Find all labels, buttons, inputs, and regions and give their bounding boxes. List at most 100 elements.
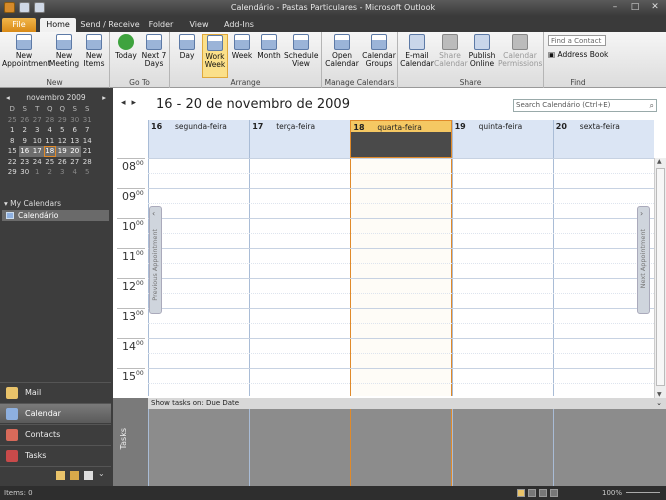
minical-day[interactable]: 26 — [19, 115, 32, 126]
minical-day[interactable]: 8 — [6, 136, 19, 147]
show-tasks-header[interactable]: Show tasks on: Due Date ⌄ — [148, 398, 666, 409]
minical-day[interactable]: 27 — [31, 115, 44, 126]
minical-day[interactable]: 1 — [6, 125, 19, 136]
minical-day[interactable]: 12 — [56, 136, 69, 147]
minical-day[interactable]: 14 — [81, 136, 94, 147]
day-column[interactable] — [451, 158, 453, 396]
minical-day[interactable]: 17 — [31, 146, 44, 157]
minical-day[interactable]: 4 — [69, 167, 82, 178]
shortcuts-icon[interactable] — [84, 471, 93, 480]
new-items-button[interactable]: New Items — [80, 34, 108, 68]
minical-day[interactable]: 29 — [6, 167, 19, 178]
preview-view-icon[interactable] — [550, 489, 558, 497]
minical-day[interactable]: 27 — [69, 157, 82, 168]
day-column[interactable] — [552, 158, 554, 396]
time-grid[interactable]: 0800 0900 1000 1100 1200 1300 1400 1500 — [113, 158, 654, 396]
folder-icon[interactable] — [70, 471, 79, 480]
task-day-column[interactable] — [350, 409, 452, 486]
nav-calendar-button[interactable]: Calendar — [0, 403, 111, 423]
day-column[interactable] — [249, 158, 251, 396]
minical-day[interactable]: 25 — [6, 115, 19, 126]
minical-day[interactable]: 23 — [19, 157, 32, 168]
minical-day[interactable]: 1 — [31, 167, 44, 178]
configure-buttons-icon[interactable]: ⌄ — [98, 469, 105, 478]
minical-day[interactable]: 13 — [69, 136, 82, 147]
minical-day[interactable]: 2 — [44, 167, 57, 178]
minical-day[interactable]: 21 — [81, 146, 94, 157]
new-appointment-button[interactable]: New Appointment — [2, 34, 51, 68]
month-view-button[interactable]: Month — [256, 34, 282, 60]
day-header[interactable]: 19 quinta-feira — [451, 120, 553, 158]
open-calendar-button[interactable]: Open Calendar — [324, 34, 360, 68]
work-week-view-button[interactable]: Work Week — [202, 34, 228, 78]
day-header[interactable]: 20 sexta-feira — [552, 120, 654, 158]
search-icon[interactable]: ⌕ — [650, 100, 654, 111]
minical-day[interactable]: 25 — [44, 157, 57, 168]
week-view-button[interactable]: Week — [230, 34, 254, 60]
tab-file[interactable]: File — [2, 18, 36, 32]
task-day-column[interactable] — [148, 409, 249, 486]
today-button[interactable]: Today — [114, 34, 138, 60]
minical-day[interactable]: 20 — [68, 146, 81, 157]
find-contact-input[interactable]: Find a Contact — [548, 35, 606, 46]
day-header[interactable]: 17 terça-feira — [249, 120, 351, 158]
tab-send-receive[interactable]: Send / Receive — [80, 18, 140, 32]
search-calendar-input[interactable]: Search Calendário (Ctrl+E) ⌕ — [513, 99, 657, 112]
next-week-icon[interactable]: ▸ — [132, 98, 143, 108]
close-icon[interactable]: ✕ — [648, 1, 662, 13]
next-appointment-tab[interactable]: › Next Appointment — [637, 206, 650, 314]
my-calendars-header[interactable]: ▾ My Calendars — [2, 198, 109, 210]
day-view-button[interactable]: Day — [176, 34, 198, 60]
minical-day[interactable]: 24 — [31, 157, 44, 168]
minical-day[interactable]: 3 — [56, 167, 69, 178]
minical-day[interactable]: 5 — [81, 167, 94, 178]
tab-add-ins[interactable]: Add-Ins — [220, 18, 258, 32]
task-day-column[interactable] — [451, 409, 553, 486]
minical-day[interactable]: 4 — [44, 125, 57, 136]
minical-day[interactable]: 29 — [56, 115, 69, 126]
minical-day[interactable]: 19 — [56, 146, 69, 157]
scroll-down-icon[interactable]: ▼ — [657, 391, 662, 398]
minical-day[interactable]: 22 — [6, 157, 19, 168]
minical-day[interactable]: 18 — [43, 146, 56, 157]
minimize-icon[interactable]: – — [608, 1, 622, 13]
minical-prev-icon[interactable]: ◂ — [6, 92, 10, 104]
email-calendar-button[interactable]: E-mail Calendar — [400, 34, 434, 68]
schedule-view-button[interactable]: Schedule View — [284, 34, 318, 68]
minical-day[interactable]: 9 — [19, 136, 32, 147]
scroll-up-icon[interactable]: ▲ — [657, 158, 662, 165]
vertical-scrollbar[interactable]: ▲ ▼ — [654, 158, 666, 398]
reading-view-icon[interactable] — [528, 489, 536, 497]
next-7-days-button[interactable]: Next 7 Days — [140, 34, 168, 68]
minical-day[interactable]: 30 — [19, 167, 32, 178]
show-tasks-chevron-icon[interactable]: ⌄ — [656, 398, 662, 409]
minical-day[interactable]: 16 — [18, 146, 31, 157]
tab-view[interactable]: View — [182, 18, 216, 32]
day-header[interactable]: 18 quarta-feira — [350, 120, 452, 158]
compact-view-icon[interactable] — [539, 489, 547, 497]
minical-day[interactable]: 26 — [56, 157, 69, 168]
nav-mail-button[interactable]: Mail — [0, 382, 111, 402]
calendar-list-item[interactable]: Calendário — [2, 210, 109, 221]
minical-day[interactable]: 5 — [56, 125, 69, 136]
minical-day[interactable]: 6 — [69, 125, 82, 136]
task-day-column[interactable] — [249, 409, 350, 486]
minical-day[interactable]: 11 — [44, 136, 57, 147]
minical-day[interactable]: 28 — [44, 115, 57, 126]
maximize-icon[interactable]: □ — [628, 1, 642, 13]
minical-day[interactable]: 30 — [69, 115, 82, 126]
calendar-permissions-button[interactable]: Calendar Permissions — [498, 34, 542, 68]
calendar-checkbox-icon[interactable] — [6, 212, 14, 219]
minical-day[interactable]: 2 — [19, 125, 32, 136]
prev-week-icon[interactable]: ◂ — [121, 98, 132, 108]
minical-day[interactable]: 28 — [81, 157, 94, 168]
minical-day[interactable]: 7 — [81, 125, 94, 136]
tab-home[interactable]: Home — [40, 18, 76, 32]
scrollbar-thumb[interactable] — [656, 168, 665, 386]
normal-view-icon[interactable] — [517, 489, 525, 497]
previous-appointment-tab[interactable]: ‹ Previous Appointment — [149, 206, 162, 314]
minical-day[interactable]: 3 — [31, 125, 44, 136]
nav-contacts-button[interactable]: Contacts — [0, 424, 111, 444]
nav-tasks-button[interactable]: Tasks — [0, 445, 111, 465]
today-column[interactable] — [350, 158, 452, 396]
